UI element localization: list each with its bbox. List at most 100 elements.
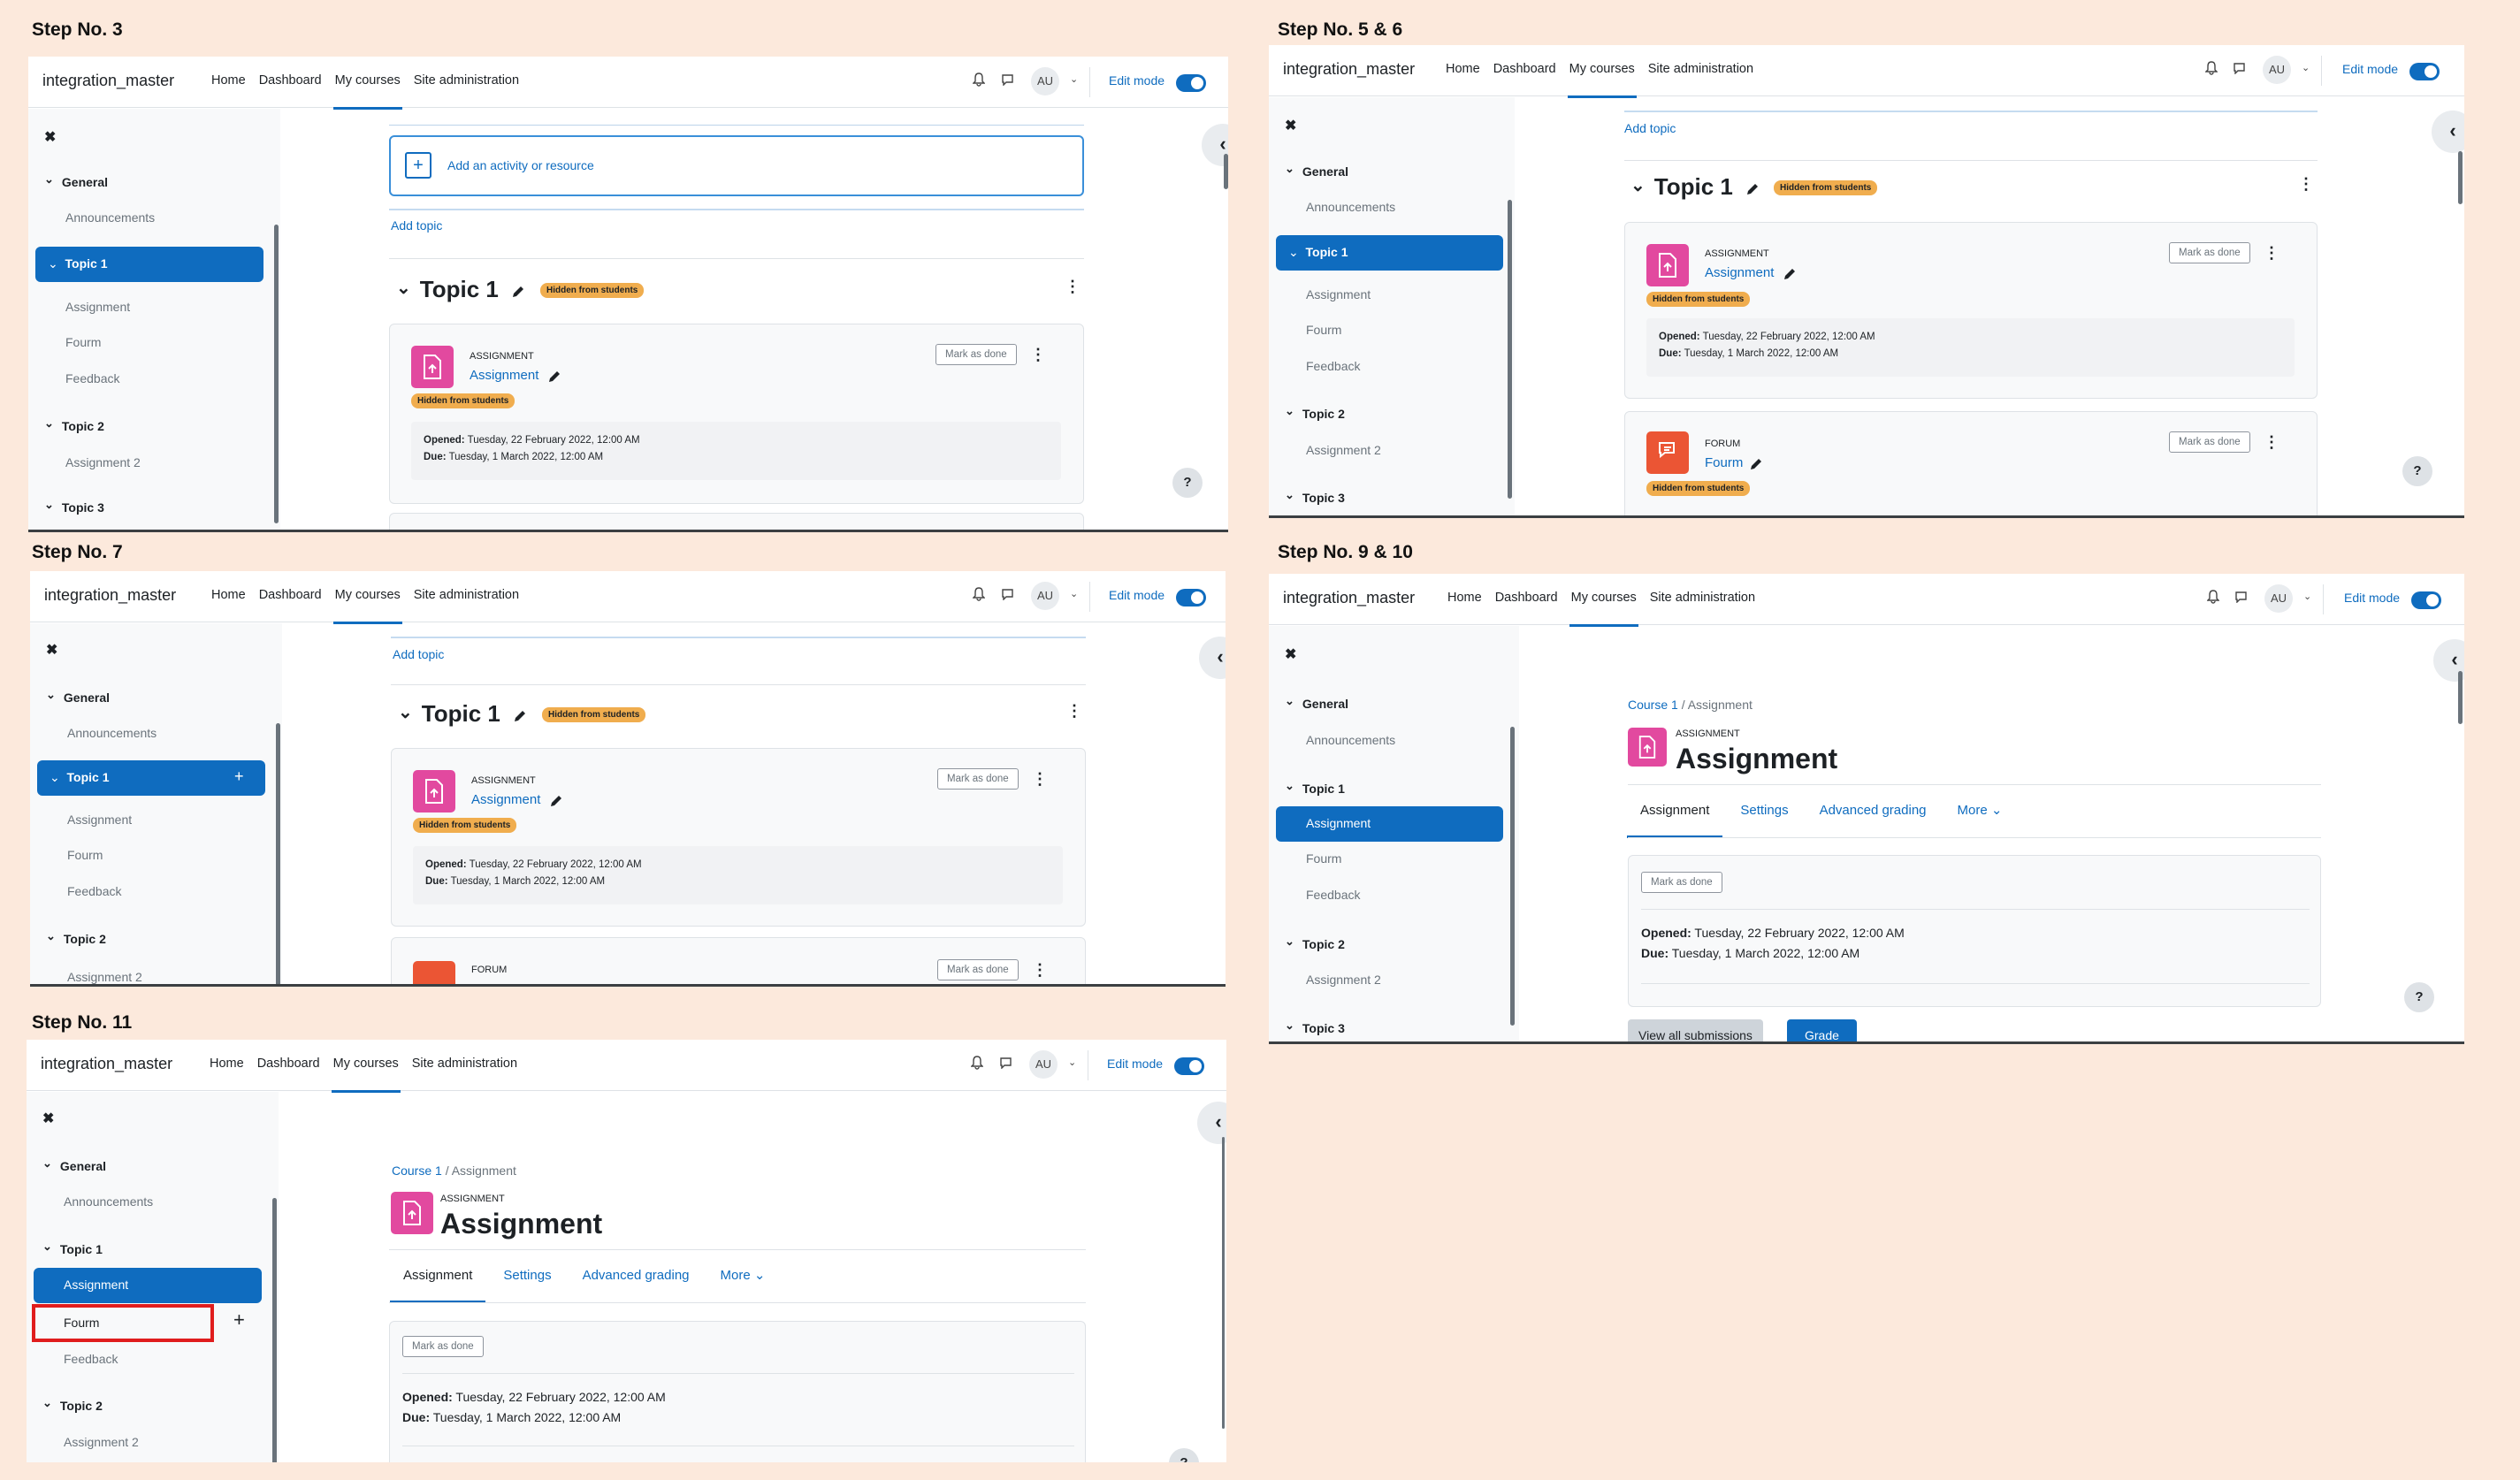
mark-as-done-button[interactable]: Mark as done xyxy=(402,1336,484,1357)
kebab-icon[interactable]: ⋮ xyxy=(1065,278,1081,296)
index-item-feedback[interactable]: Feedback xyxy=(1306,888,1360,902)
close-icon[interactable]: ✖ xyxy=(42,1110,54,1127)
bell-icon[interactable] xyxy=(973,72,985,87)
tab-assignment[interactable]: Assignment xyxy=(1626,803,1723,838)
index-item-announcements[interactable]: Announcements xyxy=(64,1194,153,1209)
site-brand[interactable]: integration_master xyxy=(1283,60,1415,79)
nav-home[interactable]: Home xyxy=(1446,62,1480,76)
index-item-assignment[interactable]: Assignment xyxy=(1276,806,1503,842)
nav-home[interactable]: Home xyxy=(211,73,246,88)
index-item-feedback[interactable]: Feedback xyxy=(1306,359,1360,373)
assignment-link[interactable]: Assignment xyxy=(471,792,540,807)
edit-mode-toggle[interactable] xyxy=(1176,74,1206,92)
index-item-assignment[interactable]: Assignment xyxy=(67,812,132,827)
close-icon[interactable]: ✖ xyxy=(44,128,56,146)
mark-as-done-button[interactable]: Mark as done xyxy=(937,768,1019,790)
index-item-assignment2[interactable]: Assignment 2 xyxy=(67,970,142,984)
nav-site-admin[interactable]: Site administration xyxy=(1648,62,1753,76)
index-item-fourm[interactable]: Fourm xyxy=(1306,323,1341,337)
tab-more[interactable]: More ⌄ xyxy=(721,1267,766,1283)
add-topic-link[interactable]: Add topic xyxy=(391,218,442,233)
drawer-scrollbar[interactable] xyxy=(274,225,279,523)
index-section-topic3[interactable]: Topic 3 xyxy=(1285,491,1345,506)
avatar[interactable]: AU xyxy=(1031,67,1059,95)
index-item-feedback[interactable]: Feedback xyxy=(64,1352,118,1366)
kebab-icon[interactable]: ⋮ xyxy=(2298,175,2314,194)
index-item-announcements[interactable]: Announcements xyxy=(1306,733,1395,747)
pencil-icon[interactable] xyxy=(547,370,561,384)
chevron-down-icon[interactable]: ⌄ xyxy=(396,278,411,298)
chevron-down-icon[interactable]: ⌄ xyxy=(2303,591,2311,602)
nav-my-courses[interactable]: My courses xyxy=(1567,62,1637,98)
edit-mode-toggle[interactable] xyxy=(1176,589,1206,606)
close-icon[interactable]: ✖ xyxy=(1285,117,1296,134)
question-icon[interactable]: ? xyxy=(2402,456,2432,486)
nav-site-admin[interactable]: Site administration xyxy=(412,1057,517,1071)
index-item-fourm[interactable]: Fourm xyxy=(65,335,101,349)
avatar[interactable]: AU xyxy=(2263,56,2291,84)
nav-dashboard[interactable]: Dashboard xyxy=(259,73,322,88)
index-item-assignment2[interactable]: Assignment 2 xyxy=(65,455,141,469)
site-brand[interactable]: integration_master xyxy=(41,1055,172,1073)
chat-icon[interactable] xyxy=(2233,62,2246,74)
kebab-icon[interactable]: ⋮ xyxy=(1066,702,1082,721)
kebab-icon[interactable]: ⋮ xyxy=(2264,433,2279,452)
index-item-feedback[interactable]: Feedback xyxy=(65,371,119,385)
close-icon[interactable]: ✖ xyxy=(46,641,57,659)
tab-settings[interactable]: Settings xyxy=(1740,803,1788,818)
nav-home[interactable]: Home xyxy=(210,1057,244,1071)
index-item-fourm[interactable]: Fourm xyxy=(67,848,103,862)
chevron-down-icon[interactable]: ⌄ xyxy=(1070,588,1078,599)
index-section-topic2[interactable]: Topic 2 xyxy=(1285,407,1345,422)
drawer-scrollbar[interactable] xyxy=(1510,727,1515,1026)
nav-site-admin[interactable]: Site administration xyxy=(414,588,519,602)
nav-dashboard[interactable]: Dashboard xyxy=(259,588,322,602)
index-section-topic1[interactable]: Topic 1 xyxy=(1285,782,1345,797)
tab-more[interactable]: More ⌄ xyxy=(1958,802,2003,818)
chevron-down-icon[interactable]: ⌄ xyxy=(1630,176,1646,195)
nav-my-courses[interactable]: My courses xyxy=(331,1057,401,1093)
nav-my-courses[interactable]: My courses xyxy=(332,73,402,110)
bell-icon[interactable] xyxy=(973,587,985,601)
chevron-left-icon[interactable]: ‹ xyxy=(1199,637,1226,679)
forum-link[interactable]: Fourm xyxy=(1705,455,1743,470)
mark-as-done-button[interactable]: Mark as done xyxy=(937,959,1019,980)
bell-icon[interactable] xyxy=(2205,61,2218,75)
kebab-icon[interactable]: ⋮ xyxy=(1030,346,1046,364)
index-section-topic1[interactable]: ⌄ Topic 1 xyxy=(35,247,263,282)
index-section-topic1[interactable]: Topic 1 xyxy=(42,1242,103,1257)
mark-as-done-button[interactable]: Mark as done xyxy=(2169,431,2250,453)
question-icon[interactable]: ? xyxy=(1172,468,1203,498)
question-icon[interactable]: ? xyxy=(1169,1448,1199,1462)
chat-icon[interactable] xyxy=(999,1057,1012,1069)
tab-advanced-grading[interactable]: Advanced grading xyxy=(1820,803,1927,818)
nav-my-courses[interactable]: My courses xyxy=(1569,591,1638,627)
nav-my-courses[interactable]: My courses xyxy=(332,588,402,624)
kebab-icon[interactable]: ⋮ xyxy=(1032,770,1048,789)
add-activity-button[interactable]: + Add an activity or resource xyxy=(389,135,1084,196)
site-brand[interactable]: integration_master xyxy=(1283,589,1415,607)
nav-dashboard[interactable]: Dashboard xyxy=(1493,62,1556,76)
chat-icon[interactable] xyxy=(2234,591,2248,603)
page-scrollbar[interactable] xyxy=(1224,154,1228,189)
index-item-fourm[interactable]: Fourm xyxy=(1306,851,1341,866)
kebab-icon[interactable]: ⋮ xyxy=(1032,961,1048,980)
bell-icon[interactable] xyxy=(2207,590,2219,604)
site-brand[interactable]: integration_master xyxy=(44,586,176,605)
pencil-icon[interactable] xyxy=(1745,182,1760,196)
assignment-link[interactable]: Assignment xyxy=(470,368,538,383)
index-section-topic2[interactable]: Topic 2 xyxy=(46,932,106,947)
edit-mode-toggle[interactable] xyxy=(1174,1057,1204,1075)
index-section-general[interactable]: General xyxy=(1285,164,1348,179)
index-item-assignment2[interactable]: Assignment 2 xyxy=(1306,973,1381,987)
page-scrollbar[interactable] xyxy=(2458,671,2463,724)
index-item-feedback[interactable]: Feedback xyxy=(67,884,121,898)
chevron-down-icon[interactable]: ⌄ xyxy=(2302,62,2310,73)
pencil-icon[interactable] xyxy=(549,794,563,808)
chevron-down-icon[interactable]: ⌄ xyxy=(1068,1057,1076,1068)
kebab-icon[interactable]: ⋮ xyxy=(2264,244,2279,263)
chevron-left-icon[interactable]: ‹ xyxy=(2432,111,2464,153)
index-item-assignment[interactable]: Assignment xyxy=(34,1268,262,1303)
index-item-assignment2[interactable]: Assignment 2 xyxy=(64,1435,139,1449)
drawer-scrollbar[interactable] xyxy=(276,723,280,984)
